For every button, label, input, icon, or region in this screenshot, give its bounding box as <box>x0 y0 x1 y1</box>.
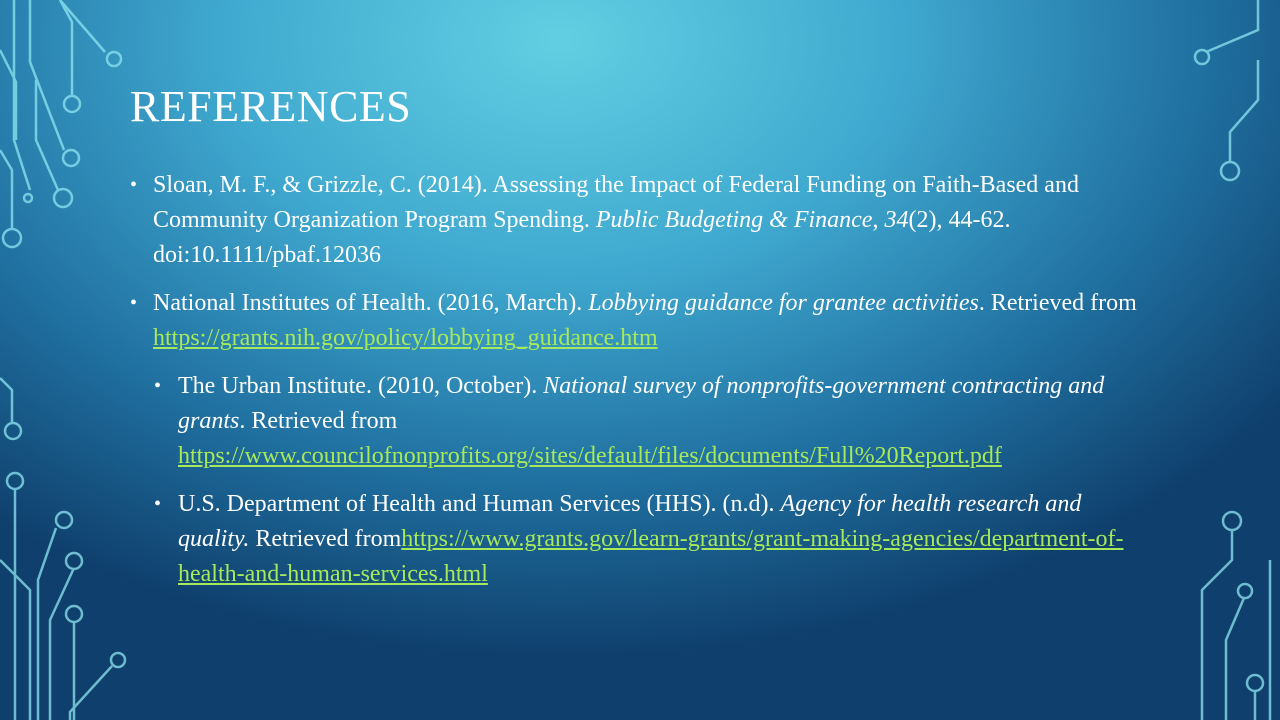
bullet-icon: • <box>154 375 162 397</box>
bullet-icon: • <box>154 493 162 515</box>
journal-title: Public Budgeting & Finance <box>595 207 873 233</box>
reference-title: Lobbying guidance for grantee activities <box>588 290 979 316</box>
reference-item-nih: • National Institutes of Health. (2016, … <box>130 286 1150 356</box>
reference-text-end: . Retrieved from <box>978 290 1137 316</box>
bullet-icon: • <box>130 174 138 196</box>
reference-item-hhs: • U.S. Department of Health and Human Se… <box>130 487 1150 592</box>
nih-link[interactable]: https://grants.nih.gov/policy/lobbying_g… <box>153 325 658 351</box>
reference-text: The Urban Institute. (2010, October). <box>178 373 544 399</box>
reference-item-sloan: • Sloan, M. F., & Grizzle, C. (2014). As… <box>130 168 1150 273</box>
slide-title: REFERENCES <box>130 82 412 131</box>
reference-text: U.S. Department of Health and Human Serv… <box>178 491 781 517</box>
bullet-icon: • <box>130 292 138 314</box>
reference-text-end: Retrieved from <box>249 526 402 552</box>
references-list: • Sloan, M. F., & Grizzle, C. (2014). As… <box>130 168 1150 605</box>
council-of-nonprofits-link[interactable]: https://www.councilofnonprofits.org/site… <box>178 443 1002 469</box>
reference-text: National Institutes of Health. (2016, Ma… <box>153 290 589 316</box>
reference-item-urban-institute: • The Urban Institute. (2010, October). … <box>130 369 1150 474</box>
reference-separator: , <box>872 207 885 233</box>
journal-volume: 34 <box>884 207 909 233</box>
reference-text-end: . Retrieved from <box>239 408 398 434</box>
